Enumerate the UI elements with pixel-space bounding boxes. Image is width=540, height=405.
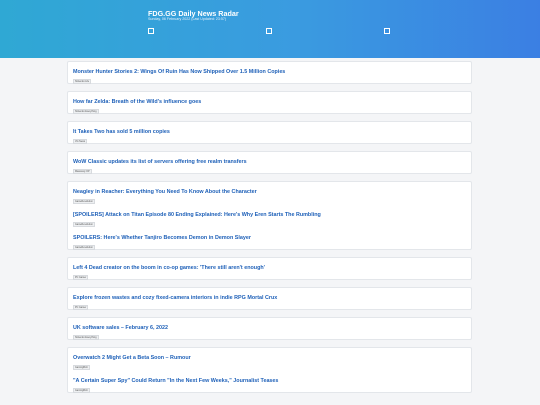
news-entry: Monster Hunter Stories 2: Wings Of Ruin … [73, 62, 466, 84]
news-card: Overwatch 2 Might Get a Beta Soon – Rumo… [67, 347, 472, 393]
news-card: How far Zelda: Breath of the Wild's infl… [67, 91, 472, 114]
source-badge: Nintendo Life [73, 79, 92, 84]
source-badge: PC Gamer [73, 275, 89, 280]
news-headline-link[interactable]: "A Certain Super Spy" Could Return "In t… [73, 378, 278, 384]
news-entry: Overwatch 2 Might Get a Beta Soon – Rumo… [73, 348, 466, 370]
news-entry: WoW Classic updates its list of servers … [73, 152, 466, 174]
filter-checkbox-3[interactable] [384, 28, 390, 34]
news-headline-link[interactable]: Monster Hunter Stories 2: Wings Of Ruin … [73, 69, 285, 75]
news-headline-link[interactable]: How far Zelda: Breath of the Wild's infl… [73, 99, 201, 105]
source-badge: VG News [73, 139, 88, 144]
news-headline-link[interactable]: Neagley in Reacher: Everything You Need … [73, 189, 257, 195]
news-entry: How far Zelda: Breath of the Wild's infl… [73, 92, 466, 114]
news-card: UK software sales – February 6, 2022 Nint… [67, 317, 472, 340]
news-card: WoW Classic updates its list of servers … [67, 151, 472, 174]
news-card: Left 4 Dead creator on the boom in co-op… [67, 257, 472, 280]
source-badge: GameRevolution [73, 199, 95, 204]
source-badge: GamingBolt [73, 388, 90, 393]
news-entry: UK software sales – February 6, 2022 Nint… [73, 318, 466, 340]
source-badge: Nintendo Everything [73, 109, 99, 114]
source-badge: GameRevolution [73, 245, 95, 250]
news-entry: SPOILERS: Here's Whether Tanjiro Becomes… [73, 228, 466, 250]
news-entry: It Takes Two has sold 5 million copies VG… [73, 122, 466, 144]
news-entry: Left 4 Dead creator on the boom in co-op… [73, 258, 466, 280]
news-headline-link[interactable]: SPOILERS: Here's Whether Tanjiro Becomes… [73, 235, 251, 241]
news-headline-link[interactable]: WoW Classic updates its list of servers … [73, 159, 247, 165]
source-badge: GamingBolt [73, 365, 90, 370]
source-badge: Nintendo Everything [73, 335, 99, 340]
news-card: It Takes Two has sold 5 million copies VG… [67, 121, 472, 144]
last-updated-text: Sunday, 06 February 2022 (Last Updated: … [148, 17, 227, 21]
news-entry: [SPOILERS] Attack on Titan Episode 80 En… [73, 205, 466, 227]
news-entry: Explore frozen wastes and cozy fixed-cam… [73, 288, 466, 310]
page-header: FDG.GG Daily News Radar Sunday, 06 Febru… [0, 0, 540, 58]
news-headline-link[interactable]: [SPOILERS] Attack on Titan Episode 80 En… [73, 212, 321, 218]
news-entry: "A Certain Super Spy" Could Return "In t… [73, 371, 466, 393]
filter-checkbox-2[interactable] [266, 28, 272, 34]
source-badge: Massively OP [73, 169, 92, 174]
news-headline-link[interactable]: Explore frozen wastes and cozy fixed-cam… [73, 295, 277, 301]
news-card: Neagley in Reacher: Everything You Need … [67, 181, 472, 250]
news-headline-link[interactable]: It Takes Two has sold 5 million copies [73, 129, 170, 135]
filter-checkbox-1[interactable] [148, 28, 154, 34]
news-card: Monster Hunter Stories 2: Wings Of Ruin … [67, 61, 472, 84]
source-badge: PC Gamer [73, 305, 89, 310]
news-headline-link[interactable]: Overwatch 2 Might Get a Beta Soon – Rumo… [73, 355, 191, 361]
news-feed: Monster Hunter Stories 2: Wings Of Ruin … [67, 61, 472, 400]
news-card: Explore frozen wastes and cozy fixed-cam… [67, 287, 472, 310]
news-entry: Neagley in Reacher: Everything You Need … [73, 182, 466, 204]
source-badge: GameRevolution [73, 222, 95, 227]
news-headline-link[interactable]: Left 4 Dead creator on the boom in co-op… [73, 265, 265, 271]
news-headline-link[interactable]: UK software sales – February 6, 2022 [73, 325, 168, 331]
